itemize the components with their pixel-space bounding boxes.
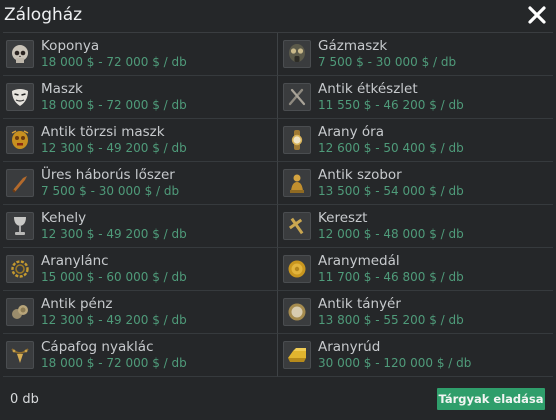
item-price: 12 300 $ - 49 200 $ / db (41, 227, 187, 241)
item-price: 7 500 $ - 30 000 $ / db (318, 55, 457, 69)
item-antik-tanyer[interactable]: Antik tányér 13 800 $ - 55 200 $ / db (278, 291, 553, 334)
item-kehely[interactable]: Kehely 12 300 $ - 49 200 $ / db (3, 205, 278, 248)
item-name: Koponya (41, 38, 100, 54)
cross-icon (283, 212, 311, 240)
item-price: 13 500 $ - 54 000 $ / db (318, 184, 464, 198)
item-name: Aranylánc (41, 253, 109, 269)
item-name: Arany óra (318, 124, 384, 140)
item-maszk[interactable]: Maszk 18 000 $ - 72 000 $ / db (3, 76, 278, 119)
item-antik-penz[interactable]: Antik pénz 12 300 $ - 49 200 $ / db (3, 291, 278, 334)
ammo-shell-icon (6, 169, 34, 197)
window-title: Zálogház (4, 5, 83, 25)
item-name: Antik törzsi maszk (41, 124, 165, 140)
gold-chain-icon (6, 255, 34, 283)
item-aranyrud[interactable]: Aranyrúd 30 000 $ - 120 000 $ / db (278, 334, 553, 377)
item-price: 18 000 $ - 72 000 $ / db (41, 356, 187, 370)
gold-bar-icon (283, 341, 311, 369)
item-price: 18 000 $ - 72 000 $ / db (41, 55, 187, 69)
item-price: 30 000 $ - 120 000 $ / db (318, 356, 472, 370)
item-price: 12 600 $ - 50 400 $ / db (318, 141, 464, 155)
item-price: 15 000 $ - 60 000 $ / db (41, 270, 187, 284)
item-name: Gázmaszk (318, 38, 388, 54)
item-name: Maszk (41, 81, 83, 97)
item-name: Antik tányér (318, 296, 401, 312)
item-price: 18 000 $ - 72 000 $ / db (41, 98, 187, 112)
plate-icon (283, 298, 311, 326)
mask-icon (6, 83, 34, 111)
item-price: 7 500 $ - 30 000 $ / db (41, 184, 180, 198)
item-antik-szobor[interactable]: Antik szobor 13 500 $ - 54 000 $ / db (278, 162, 553, 205)
item-price: 13 800 $ - 55 200 $ / db (318, 313, 464, 327)
item-kereszt[interactable]: Kereszt 12 000 $ - 48 000 $ / db (278, 205, 553, 248)
item-aranymedal[interactable]: Aranymedál 11 700 $ - 46 800 $ / db (278, 248, 553, 291)
item-price: 12 300 $ - 49 200 $ / db (41, 141, 187, 155)
item-name: Antik étkészlet (318, 81, 418, 97)
shark-tooth-necklace-icon (6, 341, 34, 369)
item-antik-etkeszlet[interactable]: Antik étkészlet 11 550 $ - 46 200 $ / db (278, 76, 553, 119)
item-price: 11 700 $ - 46 800 $ / db (318, 270, 464, 284)
item-name: Üres háborús lőszer (41, 167, 175, 183)
item-koponya[interactable]: Koponya 18 000 $ - 72 000 $ / db (3, 33, 278, 76)
item-price: 12 000 $ - 48 000 $ / db (318, 227, 464, 241)
item-antik-torzsi-maszk[interactable]: Antik törzsi maszk 12 300 $ - 49 200 $ /… (3, 119, 278, 162)
item-name: Kereszt (318, 210, 368, 226)
item-price: 11 550 $ - 46 200 $ / db (318, 98, 464, 112)
item-ures-haborus-loszer[interactable]: Üres háborús lőszer 7 500 $ - 30 000 $ /… (3, 162, 278, 205)
coins-icon (6, 298, 34, 326)
item-name: Aranyrúd (318, 339, 381, 355)
gold-watch-icon (283, 126, 311, 154)
selected-count: 0 db (10, 391, 39, 407)
item-arany-ora[interactable]: Arany óra 12 600 $ - 50 400 $ / db (278, 119, 553, 162)
gold-medal-icon (283, 255, 311, 283)
skull-icon (6, 40, 34, 68)
item-name: Cápafog nyaklác (41, 339, 154, 355)
item-grid: Koponya 18 000 $ - 72 000 $ / db Gázmasz… (3, 32, 553, 377)
item-name: Antik pénz (41, 296, 113, 312)
item-name: Kehely (41, 210, 87, 226)
item-aranylanc[interactable]: Aranylánc 15 000 $ - 60 000 $ / db (3, 248, 278, 291)
footer-bar: 0 db Tárgyak eladása (0, 378, 556, 420)
sell-items-button[interactable]: Tárgyak eladása (437, 388, 545, 410)
item-name: Antik szobor (318, 167, 402, 183)
tribal-mask-icon (6, 126, 34, 154)
close-icon[interactable] (526, 4, 548, 26)
chalice-icon (6, 212, 34, 240)
item-name: Aranymedál (318, 253, 400, 269)
window-titlebar: Zálogház (0, 0, 556, 30)
statue-icon (283, 169, 311, 197)
cutlery-icon (283, 83, 311, 111)
item-capafog-nyaklac[interactable]: Cápafog nyaklác 18 000 $ - 72 000 $ / db (3, 334, 278, 377)
gas-mask-icon (283, 40, 311, 68)
item-gazmaszk[interactable]: Gázmaszk 7 500 $ - 30 000 $ / db (278, 33, 553, 76)
item-price: 12 300 $ - 49 200 $ / db (41, 313, 187, 327)
